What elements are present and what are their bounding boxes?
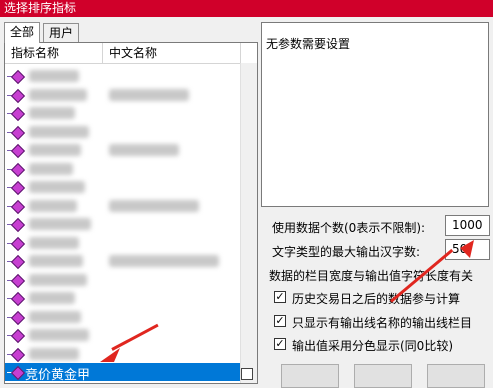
redacted-indicator-name (29, 329, 89, 341)
column-header-name[interactable]: 指标名称 (5, 43, 103, 63)
list-item[interactable] (5, 160, 241, 178)
dialog-button-2[interactable] (354, 364, 412, 388)
indicator-icon (10, 310, 26, 325)
dialog-button-3[interactable] (427, 364, 485, 388)
redacted-indicator-name (29, 144, 81, 156)
list-item[interactable] (5, 289, 241, 307)
redacted-indicator-name (29, 218, 91, 230)
redacted-indicator-name (29, 273, 87, 286)
indicator-icon (10, 347, 26, 362)
list-header: 指标名称 中文名称 (5, 43, 257, 64)
indicator-icon (10, 273, 26, 288)
info-panel: 无参数需要设置 (261, 22, 489, 207)
redacted-indicator-name (29, 347, 79, 360)
list-scrollbar[interactable] (240, 63, 257, 383)
indicator-icon (10, 199, 26, 214)
data-count-label: 使用数据个数(0表示不限制): (272, 221, 426, 235)
redacted-indicator-name (29, 310, 81, 323)
redacted-chinese-name (109, 199, 199, 212)
list-item[interactable] (5, 234, 241, 252)
selected-item-name: 竞价黄金甲 (25, 368, 91, 383)
tab-user[interactable]: 用户 (43, 23, 80, 42)
indicator-icon (10, 88, 26, 103)
indicator-icon (10, 106, 26, 122)
indicator-icon (10, 125, 26, 140)
color-output-checkbox[interactable]: ✓ (274, 338, 286, 350)
redacted-indicator-name (29, 199, 77, 212)
list-item[interactable] (5, 197, 241, 215)
list-item[interactable] (5, 141, 241, 159)
redacted-indicator-name (29, 236, 79, 249)
redacted-indicator-name (29, 107, 75, 119)
column-header-chinese-name[interactable]: 中文名称 (103, 43, 241, 63)
redacted-indicator-name (29, 125, 89, 138)
redacted-indicator-name (29, 292, 75, 304)
redacted-indicator-name (29, 88, 87, 101)
annotation-arrow-head (100, 348, 120, 362)
indicator-icon (10, 254, 26, 270)
redacted-indicator-name (29, 162, 73, 175)
list-item[interactable] (5, 123, 241, 141)
list-option-checkbox[interactable] (241, 368, 253, 380)
indicator-icon (10, 143, 26, 159)
dialog-button-1[interactable] (281, 364, 339, 388)
indicator-icon (10, 236, 26, 251)
list-item[interactable] (5, 104, 241, 122)
history-calc-label: 历史交易日之后的数据参与计算 (292, 292, 461, 306)
max-chars-label: 文字类型的最大输出汉字数: (272, 245, 421, 259)
redacted-chinese-name (109, 255, 219, 267)
annotation-arrow-2-head (460, 240, 474, 258)
redacted-chinese-name (109, 88, 189, 101)
info-text: 无参数需要设置 (266, 37, 351, 51)
indicator-list[interactable]: 指标名称 中文名称 竞价黄金甲 (4, 42, 258, 384)
indicator-icon (10, 180, 26, 196)
list-item[interactable] (5, 67, 241, 85)
indicator-icon (10, 365, 26, 381)
redacted-indicator-name (29, 255, 83, 267)
indicator-icon (10, 162, 26, 177)
data-count-input[interactable]: 1000 (445, 215, 490, 236)
window-title: 选择排序指标 (0, 0, 493, 17)
redacted-indicator-name (29, 181, 85, 193)
indicator-icon (10, 328, 26, 344)
list-item[interactable] (5, 252, 241, 270)
list-item[interactable] (5, 178, 241, 196)
tab-all[interactable]: 全部 (4, 22, 41, 43)
redacted-chinese-name (109, 144, 179, 156)
history-calc-checkbox[interactable]: ✓ (274, 291, 286, 303)
list-item[interactable] (5, 215, 241, 233)
color-output-label: 输出值采用分色显示(同0比较) (292, 339, 453, 353)
list-item[interactable] (5, 308, 241, 326)
indicator-icon (10, 291, 26, 307)
redacted-indicator-name (29, 70, 79, 82)
indicator-icon (10, 217, 26, 233)
list-item[interactable] (5, 271, 241, 289)
list-item[interactable] (5, 86, 241, 104)
indicator-icon (10, 69, 26, 85)
column-width-label: 数据的栏目宽度与输出值字符长度有关 (269, 269, 474, 283)
named-lines-checkbox[interactable]: ✓ (274, 315, 286, 327)
named-lines-label: 只显示有输出线名称的输出线栏目 (292, 316, 473, 330)
